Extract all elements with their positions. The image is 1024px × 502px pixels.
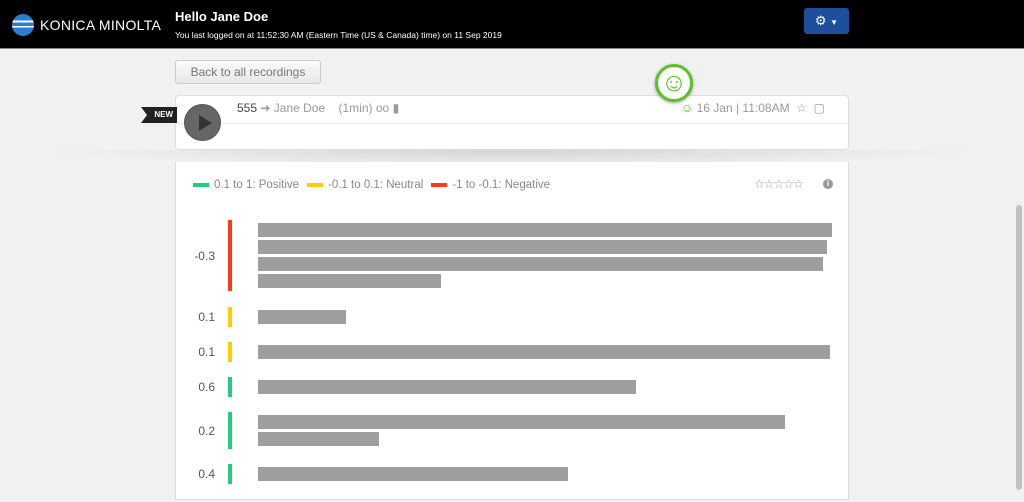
divider: [176, 123, 848, 124]
settings-dropdown-button[interactable]: ⚙ ▼: [804, 8, 849, 34]
sentiment-indicator: [228, 464, 232, 484]
segment-score: 0.1: [198, 345, 215, 359]
globe-logo-icon: [12, 14, 34, 36]
new-badge: NEW: [141, 107, 177, 123]
callee-name: Jane Doe: [273, 101, 326, 115]
info-icon[interactable]: i: [823, 179, 833, 189]
smiley-icon: ☺: [681, 101, 694, 115]
sentiment-indicator: [228, 412, 232, 449]
sentiment-panel: [175, 162, 849, 500]
duration: (1min): [338, 101, 373, 115]
recording-date: 16 Jan | 11:08AM: [696, 101, 790, 115]
transcript-line-bar: [258, 345, 830, 359]
sentiment-legend: 0.1 to 1: Positive -0.1 to 0.1: Neutral …: [193, 179, 550, 191]
legend-neutral: -0.1 to 0.1: Neutral: [307, 179, 423, 191]
segment-score: -0.3: [194, 248, 215, 263]
caret-down-icon: ▼: [830, 18, 839, 27]
segment-score: 0.2: [198, 423, 215, 438]
recording-date-area: ☺ 16 Jan | 11:08AM ☆ ▢: [681, 101, 825, 115]
legend-positive: 0.1 to 1: Positive: [193, 179, 299, 191]
transcript-line-bar: [258, 380, 636, 394]
sentiment-indicator: [228, 377, 232, 397]
brand-logo: KONICA MINOLTA: [12, 14, 161, 36]
scrollbar[interactable]: [1016, 205, 1022, 490]
call-info: 555 ➔ Jane Doe (1min) oo ▮: [237, 101, 399, 115]
transcript-line-bar: [258, 415, 785, 429]
transcript-line-bar: [258, 257, 823, 271]
segment-score: 0.6: [198, 380, 215, 394]
greeting: Hello Jane Doe: [175, 9, 269, 24]
brand-name: KONICA MINOLTA: [40, 17, 162, 33]
transcript-line-bar: [258, 223, 832, 237]
caller-number: 555: [237, 101, 258, 115]
sentiment-indicator: [228, 342, 232, 362]
transcript-line-bar: [258, 310, 346, 324]
arrow-icon: ➔: [260, 101, 271, 115]
segment-score: 0.4: [198, 467, 215, 481]
top-bar: KONICA MINOLTA Hello Jane Doe You last l…: [0, 0, 1024, 49]
back-to-recordings-button[interactable]: Back to all recordings: [175, 60, 321, 84]
transcript-line-bar: [258, 274, 441, 288]
sentiment-smiley-icon: ☺: [655, 64, 693, 102]
last-login-text: You last logged on at 11:52:30 AM (Easte…: [175, 30, 502, 40]
transcript-line-bar: [258, 467, 568, 481]
voicemail-icon: oo: [375, 101, 390, 115]
rating-stars[interactable]: ☆☆☆☆☆: [754, 177, 804, 191]
gear-icon: ⚙: [814, 13, 827, 28]
sentiment-indicator: [228, 220, 232, 291]
segment-score: 0.1: [198, 310, 215, 324]
star-icon[interactable]: ☆: [793, 101, 807, 115]
legend-negative: -1 to -0.1: Negative: [431, 179, 550, 191]
transcript-line-bar: [258, 432, 379, 446]
transcript-line-bar: [258, 240, 827, 254]
sentiment-indicator: [228, 307, 232, 327]
checkbox-icon[interactable]: ▢: [810, 101, 825, 115]
play-button[interactable]: [184, 104, 221, 141]
transcript-icon[interactable]: ▮: [393, 101, 400, 115]
